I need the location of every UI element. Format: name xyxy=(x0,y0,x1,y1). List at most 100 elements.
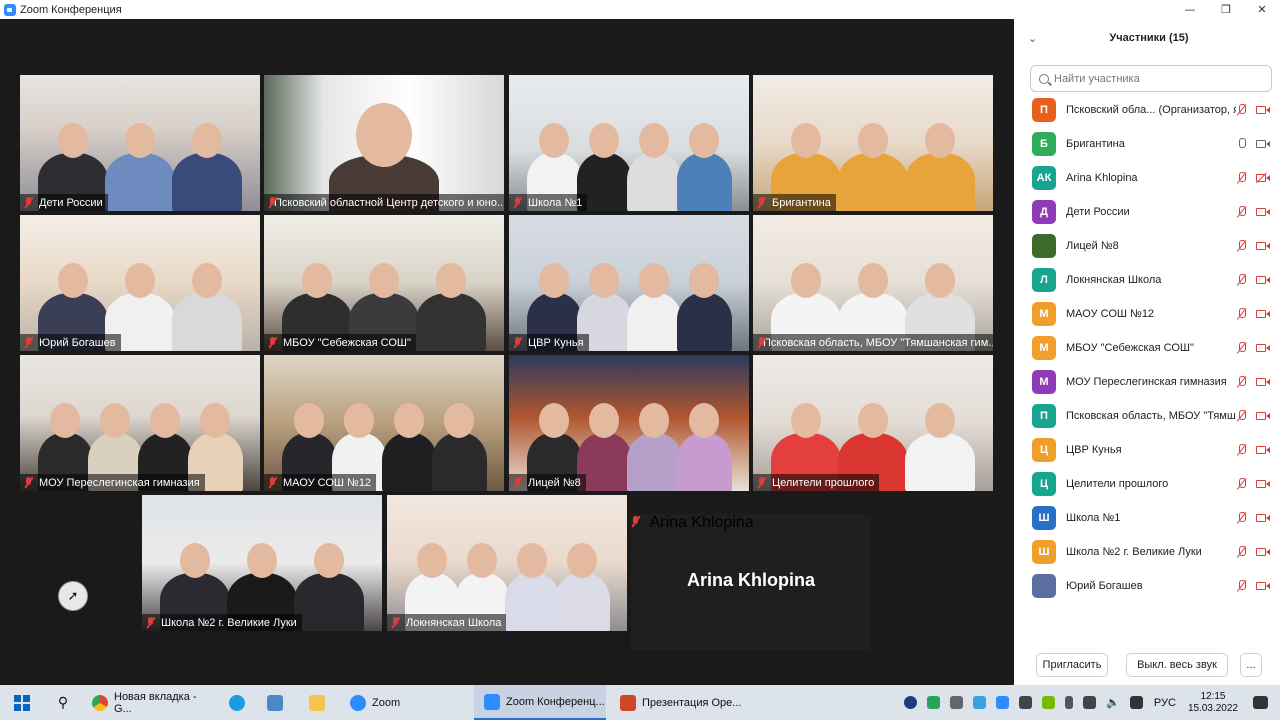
mic-muted-icon[interactable] xyxy=(1236,478,1246,490)
camera-icon[interactable] xyxy=(1256,412,1270,420)
minimize-button[interactable]: — xyxy=(1172,0,1208,19)
tray-edit-icon[interactable] xyxy=(950,696,964,709)
video-tile[interactable]: Псковский областной Центр детского и юно… xyxy=(264,75,504,211)
mic-muted-icon[interactable] xyxy=(1236,376,1246,388)
participant-row[interactable]: М МАОУ СОШ №12 xyxy=(1014,297,1280,331)
camera-icon[interactable] xyxy=(1256,276,1270,284)
participant-row[interactable]: АК Arina Khlopina xyxy=(1014,161,1280,195)
tray-app-icon[interactable] xyxy=(904,696,918,709)
video-tile[interactable]: Псковская область, МБОУ "Тямшанская гим.… xyxy=(753,215,993,351)
participant-search-input[interactable] xyxy=(1054,72,1254,85)
camera-icon[interactable] xyxy=(1256,344,1270,352)
mic-muted-icon[interactable] xyxy=(1236,546,1246,558)
camera-icon[interactable] xyxy=(1256,582,1270,590)
taskbar-edge[interactable] xyxy=(222,685,252,720)
video-tile[interactable]: Бригантина xyxy=(753,75,993,211)
participant-row[interactable]: П Псковский обла... (Организатор, я) xyxy=(1014,93,1280,127)
mic-muted-icon[interactable] xyxy=(1236,104,1246,116)
tray-network-icon[interactable] xyxy=(1083,696,1097,709)
video-tile[interactable]: МОУ Переслегинская гимназия xyxy=(20,355,260,491)
video-tile-arina-khlopina[interactable]: Arina Khlopina Arina Khlopina xyxy=(631,514,871,650)
camera-icon[interactable] xyxy=(1256,208,1270,216)
tile-name-text: Школа №2 г. Великие Луки xyxy=(161,616,297,629)
mic-on-icon[interactable] xyxy=(1236,138,1246,150)
video-tile[interactable]: Школа №2 г. Великие Луки xyxy=(142,495,382,631)
participant-avatar: Д xyxy=(1032,200,1056,224)
video-tile[interactable]: ЦВР Кунья xyxy=(509,215,749,351)
participant-row[interactable]: Б Бригантина xyxy=(1014,127,1280,161)
camera-icon[interactable] xyxy=(1256,310,1270,318)
video-tile[interactable]: Юрий Богашев xyxy=(20,215,260,351)
tray-shield-icon[interactable] xyxy=(927,696,941,709)
participant-row[interactable]: Лицей №8 xyxy=(1014,229,1280,263)
camera-icon[interactable] xyxy=(1256,140,1270,148)
participant-row[interactable]: М МБОУ "Себежская СОШ" xyxy=(1014,331,1280,365)
participant-row[interactable]: Д Дети России xyxy=(1014,195,1280,229)
camera-icon[interactable] xyxy=(1256,548,1270,556)
mic-muted-icon[interactable] xyxy=(1236,410,1246,422)
taskbar-chrome[interactable]: Новая вкладка - G... xyxy=(82,685,210,720)
volume-icon[interactable]: 🔈 xyxy=(1106,696,1120,709)
participant-head xyxy=(589,403,619,438)
mic-muted-icon[interactable] xyxy=(1236,240,1246,252)
taskbar-clock[interactable]: 12:15 15.03.2022 xyxy=(1188,691,1238,715)
participant-row[interactable]: Л Локнянская Школа xyxy=(1014,263,1280,297)
video-tile[interactable]: Лицей №8 xyxy=(509,355,749,491)
mic-muted-icon[interactable] xyxy=(1236,512,1246,524)
participant-row[interactable]: Ц ЦВР Кунья xyxy=(1014,433,1280,467)
start-button[interactable] xyxy=(8,685,36,720)
maximize-button[interactable]: ❐ xyxy=(1208,0,1244,19)
tray-usb-icon[interactable] xyxy=(1065,696,1074,709)
participant-avatar: М xyxy=(1032,302,1056,326)
video-tile[interactable]: Дети России xyxy=(20,75,260,211)
video-tile[interactable]: МБОУ "Себежская СОШ" xyxy=(264,215,504,351)
language-indicator[interactable]: РУС xyxy=(1154,697,1176,709)
tray-nvidia-icon[interactable] xyxy=(1042,696,1056,709)
participant-row[interactable]: Ц Целители прошлого xyxy=(1014,467,1280,501)
camera-icon[interactable] xyxy=(1256,106,1270,114)
mic-muted-icon[interactable] xyxy=(1236,444,1246,456)
tray-camera-icon[interactable] xyxy=(973,696,987,709)
participant-row[interactable]: Ш Школа №2 г. Великие Луки xyxy=(1014,535,1280,569)
more-options-button[interactable]: ... xyxy=(1240,653,1262,677)
tray-display-icon[interactable] xyxy=(1019,696,1033,709)
participant-figure xyxy=(626,293,682,351)
close-button[interactable]: ✕ xyxy=(1244,0,1280,19)
camera-off-icon[interactable] xyxy=(1256,174,1270,182)
camera-icon[interactable] xyxy=(1256,480,1270,488)
video-tile[interactable]: Локнянская Школа xyxy=(387,495,627,631)
mute-all-button[interactable]: Выкл. весь звук xyxy=(1126,653,1228,677)
tray-zoom-icon[interactable] xyxy=(996,696,1010,709)
mic-muted-icon[interactable] xyxy=(1236,342,1246,354)
camera-icon[interactable] xyxy=(1256,446,1270,454)
participant-row[interactable]: Ш Школа №1 xyxy=(1014,501,1280,535)
camera-icon[interactable] xyxy=(1256,378,1270,386)
video-tile[interactable]: МАОУ СОШ №12 xyxy=(264,355,504,491)
taskbar-zoom-conference[interactable]: Zoom Конференц... xyxy=(474,685,606,720)
mic-muted-icon[interactable] xyxy=(1236,580,1246,592)
participant-row[interactable]: П Псковская область, МБОУ "Тямш... xyxy=(1014,399,1280,433)
collapse-chevron-icon[interactable]: ⌄ xyxy=(1028,32,1037,45)
tile-name-label: МБОУ "Себежская СОШ" xyxy=(264,334,416,351)
notifications-icon[interactable] xyxy=(1253,696,1268,709)
participant-row[interactable]: Юрий Богашев xyxy=(1014,569,1280,603)
mic-muted-icon[interactable] xyxy=(1236,172,1246,184)
video-tile[interactable]: Целители прошлого xyxy=(753,355,993,491)
taskbar-zoom[interactable]: Zoom xyxy=(340,685,460,720)
mic-muted-icon[interactable] xyxy=(1236,206,1246,218)
taskbar-explorer[interactable] xyxy=(302,685,332,720)
mic-muted-icon[interactable] xyxy=(1236,308,1246,320)
camera-icon[interactable] xyxy=(1256,514,1270,522)
video-tile[interactable]: Школа №1 xyxy=(509,75,749,211)
participant-row[interactable]: М МОУ Переслегинская гимназия xyxy=(1014,365,1280,399)
participant-figure xyxy=(415,293,486,351)
mic-muted-icon[interactable] xyxy=(1236,274,1246,286)
taskbar-powerpoint[interactable]: Презентация Оре... xyxy=(610,685,742,720)
camera-icon[interactable] xyxy=(1256,242,1270,250)
participant-search[interactable] xyxy=(1030,65,1272,92)
invite-button[interactable]: Пригласить xyxy=(1036,653,1108,677)
taskbar-search-icon[interactable]: ⚲ xyxy=(50,685,76,720)
taskbar-app[interactable] xyxy=(260,685,290,720)
system-tray: 🔈 РУС 12:15 15.03.2022 xyxy=(899,685,1280,720)
tray-battery-icon[interactable] xyxy=(1129,696,1143,709)
